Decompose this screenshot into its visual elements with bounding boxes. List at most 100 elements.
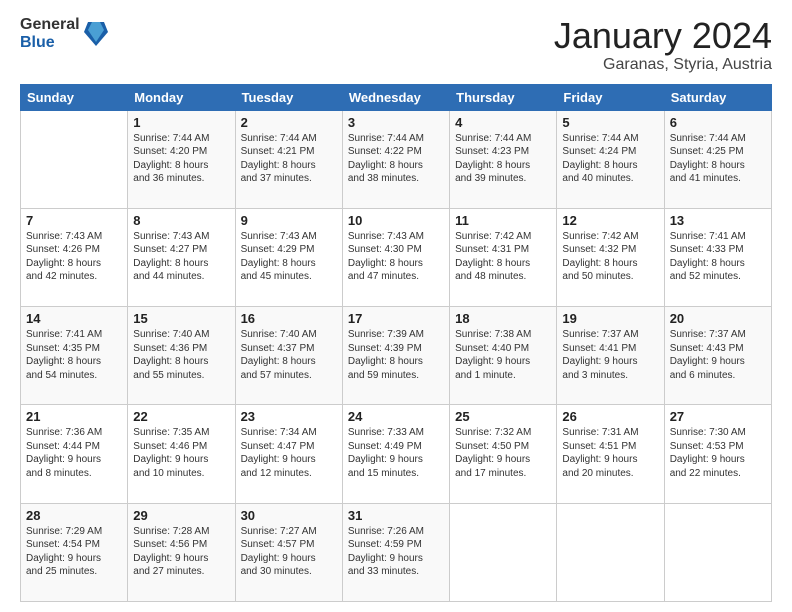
table-cell: 18Sunrise: 7:38 AM Sunset: 4:40 PM Dayli… <box>450 307 557 405</box>
day-number: 25 <box>455 409 551 424</box>
day-number: 8 <box>133 213 229 228</box>
table-cell: 5 Sunrise: 7:44 AM Sunset: 4:24 PM Daylig… <box>557 110 664 208</box>
table-cell: 31 Sunrise: 7:26 AM Sunset: 4:59 PM Dayli… <box>342 503 449 601</box>
day-number: 17 <box>348 311 444 326</box>
cell-content: Sunrise: 7:36 AM Sunset: 4:44 PM Dayligh… <box>26 426 122 480</box>
day-number: 31 <box>348 508 444 523</box>
cell-content: Sunrise: 7:44 AM Sunset: 4:22 PM Dayligh… <box>348 132 444 186</box>
month-title: January 2024 <box>554 16 772 56</box>
day-number: 27 <box>670 409 766 424</box>
cell-content: Sunrise: 7:41 AM Sunset: 4:33 PM Dayligh… <box>670 230 766 284</box>
day-number: 22 <box>133 409 229 424</box>
table-cell: 13 Sunrise: 7:41 AM Sunset: 4:33 PM Dayli… <box>664 208 771 306</box>
day-number: 21 <box>26 409 122 424</box>
week-row-0: 1Sunrise: 7:44 AM Sunset: 4:20 PM Daylig… <box>21 110 772 208</box>
day-number: 3 <box>348 115 444 130</box>
day-number: 13 <box>670 213 766 228</box>
table-cell: 9Sunrise: 7:43 AM Sunset: 4:29 PM Daylig… <box>235 208 342 306</box>
table-cell: 14 Sunrise: 7:41 AM Sunset: 4:35 PM Dayli… <box>21 307 128 405</box>
cell-content: Sunrise: 7:37 AM Sunset: 4:41 PM Dayligh… <box>562 328 658 382</box>
week-row-1: 7 Sunrise: 7:43 AM Sunset: 4:26 PM Daylig… <box>21 208 772 306</box>
table-cell: 21 Sunrise: 7:36 AM Sunset: 4:44 PM Dayli… <box>21 405 128 503</box>
cell-content: Sunrise: 7:40 AM Sunset: 4:37 PM Dayligh… <box>241 328 337 382</box>
table-cell: 4 Sunrise: 7:44 AM Sunset: 4:23 PM Daylig… <box>450 110 557 208</box>
day-number: 14 <box>26 311 122 326</box>
table-cell: 20 Sunrise: 7:37 AM Sunset: 4:43 PM Dayli… <box>664 307 771 405</box>
col-saturday: Saturday <box>664 84 771 110</box>
day-number: 12 <box>562 213 658 228</box>
table-cell: 25 Sunrise: 7:32 AM Sunset: 4:50 PM Dayli… <box>450 405 557 503</box>
table-cell: 28Sunrise: 7:29 AM Sunset: 4:54 PM Dayli… <box>21 503 128 601</box>
cell-content: Sunrise: 7:32 AM Sunset: 4:50 PM Dayligh… <box>455 426 551 480</box>
table-cell: 29 Sunrise: 7:28 AM Sunset: 4:56 PM Dayli… <box>128 503 235 601</box>
cell-content: Sunrise: 7:33 AM Sunset: 4:49 PM Dayligh… <box>348 426 444 480</box>
cell-content: Sunrise: 7:44 AM Sunset: 4:21 PM Dayligh… <box>241 132 337 186</box>
cell-content: Sunrise: 7:37 AM Sunset: 4:43 PM Dayligh… <box>670 328 766 382</box>
week-row-3: 21 Sunrise: 7:36 AM Sunset: 4:44 PM Dayli… <box>21 405 772 503</box>
day-number: 26 <box>562 409 658 424</box>
cell-content: Sunrise: 7:31 AM Sunset: 4:51 PM Dayligh… <box>562 426 658 480</box>
table-cell: 10 Sunrise: 7:43 AM Sunset: 4:30 PM Dayli… <box>342 208 449 306</box>
day-number: 11 <box>455 213 551 228</box>
cell-content: Sunrise: 7:40 AM Sunset: 4:36 PM Dayligh… <box>133 328 229 382</box>
table-cell <box>450 503 557 601</box>
cell-content: Sunrise: 7:27 AM Sunset: 4:57 PM Dayligh… <box>241 525 337 579</box>
cell-content: Sunrise: 7:41 AM Sunset: 4:35 PM Dayligh… <box>26 328 122 382</box>
day-number: 5 <box>562 115 658 130</box>
cell-content: Sunrise: 7:35 AM Sunset: 4:46 PM Dayligh… <box>133 426 229 480</box>
logo-text: General Blue <box>20 16 80 51</box>
day-number: 15 <box>133 311 229 326</box>
cell-content: Sunrise: 7:42 AM Sunset: 4:32 PM Dayligh… <box>562 230 658 284</box>
cell-content: Sunrise: 7:43 AM Sunset: 4:26 PM Dayligh… <box>26 230 122 284</box>
col-friday: Friday <box>557 84 664 110</box>
table-cell: 12 Sunrise: 7:42 AM Sunset: 4:32 PM Dayli… <box>557 208 664 306</box>
logo-blue: Blue <box>20 34 80 52</box>
week-row-4: 28Sunrise: 7:29 AM Sunset: 4:54 PM Dayli… <box>21 503 772 601</box>
table-cell <box>557 503 664 601</box>
table-cell: 26 Sunrise: 7:31 AM Sunset: 4:51 PM Dayli… <box>557 405 664 503</box>
cell-content: Sunrise: 7:43 AM Sunset: 4:27 PM Dayligh… <box>133 230 229 284</box>
cell-content: Sunrise: 7:38 AM Sunset: 4:40 PM Dayligh… <box>455 328 551 382</box>
table-cell: 19 Sunrise: 7:37 AM Sunset: 4:41 PM Dayli… <box>557 307 664 405</box>
table-cell: 15 Sunrise: 7:40 AM Sunset: 4:36 PM Dayli… <box>128 307 235 405</box>
location: Garanas, Styria, Austria <box>554 56 772 74</box>
cell-content: Sunrise: 7:44 AM Sunset: 4:25 PM Dayligh… <box>670 132 766 186</box>
cell-content: Sunrise: 7:44 AM Sunset: 4:23 PM Dayligh… <box>455 132 551 186</box>
logo-icon <box>84 18 108 46</box>
cell-content: Sunrise: 7:26 AM Sunset: 4:59 PM Dayligh… <box>348 525 444 579</box>
day-number: 4 <box>455 115 551 130</box>
col-thursday: Thursday <box>450 84 557 110</box>
day-number: 1 <box>133 115 229 130</box>
cell-content: Sunrise: 7:42 AM Sunset: 4:31 PM Dayligh… <box>455 230 551 284</box>
cell-content: Sunrise: 7:34 AM Sunset: 4:47 PM Dayligh… <box>241 426 337 480</box>
table-cell: 7 Sunrise: 7:43 AM Sunset: 4:26 PM Daylig… <box>21 208 128 306</box>
table-cell: 30 Sunrise: 7:27 AM Sunset: 4:57 PM Dayli… <box>235 503 342 601</box>
day-number: 24 <box>348 409 444 424</box>
day-number: 20 <box>670 311 766 326</box>
day-number: 7 <box>26 213 122 228</box>
table-cell: 22 Sunrise: 7:35 AM Sunset: 4:46 PM Dayli… <box>128 405 235 503</box>
table-cell: 1Sunrise: 7:44 AM Sunset: 4:20 PM Daylig… <box>128 110 235 208</box>
day-number: 6 <box>670 115 766 130</box>
cell-content: Sunrise: 7:43 AM Sunset: 4:29 PM Dayligh… <box>241 230 337 284</box>
day-number: 10 <box>348 213 444 228</box>
day-number: 30 <box>241 508 337 523</box>
cell-content: Sunrise: 7:28 AM Sunset: 4:56 PM Dayligh… <box>133 525 229 579</box>
week-row-2: 14 Sunrise: 7:41 AM Sunset: 4:35 PM Dayli… <box>21 307 772 405</box>
table-cell: 11 Sunrise: 7:42 AM Sunset: 4:31 PM Dayli… <box>450 208 557 306</box>
col-wednesday: Wednesday <box>342 84 449 110</box>
table-cell: 17Sunrise: 7:39 AM Sunset: 4:39 PM Dayli… <box>342 307 449 405</box>
table-cell <box>21 110 128 208</box>
title-section: January 2024 Garanas, Styria, Austria <box>554 16 772 74</box>
cell-content: Sunrise: 7:44 AM Sunset: 4:24 PM Dayligh… <box>562 132 658 186</box>
calendar-header-row: Sunday Monday Tuesday Wednesday Thursday… <box>21 84 772 110</box>
page: General Blue January 2024 Garanas, Styri… <box>0 0 792 612</box>
table-cell <box>664 503 771 601</box>
day-number: 19 <box>562 311 658 326</box>
day-number: 29 <box>133 508 229 523</box>
cell-content: Sunrise: 7:43 AM Sunset: 4:30 PM Dayligh… <box>348 230 444 284</box>
col-sunday: Sunday <box>21 84 128 110</box>
table-cell: 3 Sunrise: 7:44 AM Sunset: 4:22 PM Daylig… <box>342 110 449 208</box>
col-tuesday: Tuesday <box>235 84 342 110</box>
logo: General Blue <box>20 16 108 51</box>
